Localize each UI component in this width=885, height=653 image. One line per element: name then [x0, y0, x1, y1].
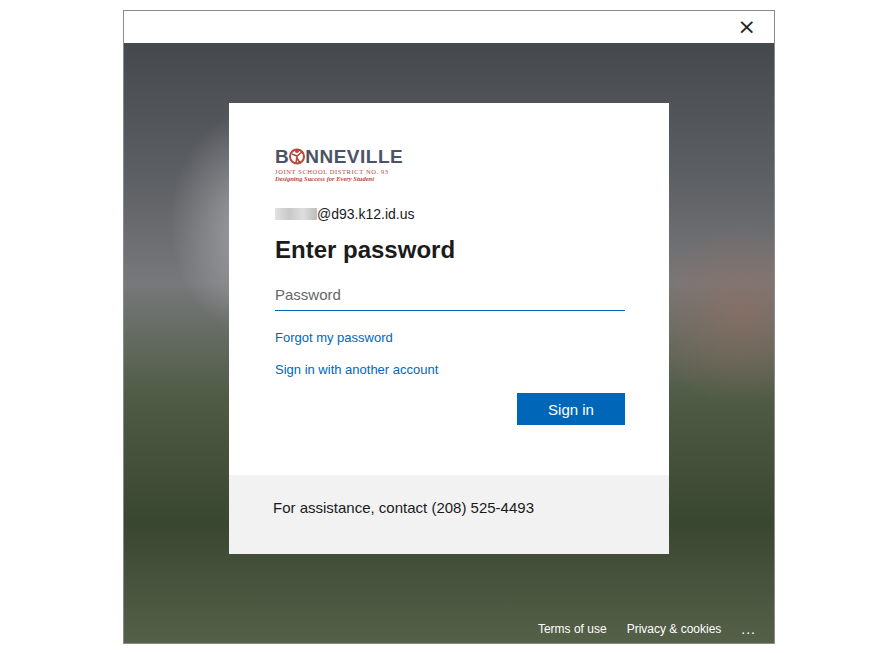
- footer-bar: Terms of use Privacy & cookies...: [124, 621, 774, 643]
- sign-in-window: × BNNEVILLE JOINT SCHOOL DISTRICT NO. 93De…: [123, 10, 775, 644]
- heading: Enter password: [275, 236, 625, 264]
- card-link[interactable]: Sign in with another account: [275, 362, 625, 377]
- redacted-mark: [275, 208, 317, 220]
- district-logo: BNNEVILLE JOINT SCHOOL DISTRICT NO. 93Des…: [275, 147, 403, 182]
- card-link[interactable]: Forgot my password: [275, 330, 625, 345]
- sign-in-button[interactable]: Sign in: [517, 393, 625, 425]
- button-row: Sign in: [275, 393, 625, 425]
- logo-name: BNNEVILLE: [275, 147, 403, 166]
- footer-link[interactable]: Privacy & cookies: [627, 622, 722, 636]
- sign-in-card: BNNEVILLE JOINT SCHOOL DISTRICT NO. 93Des…: [229, 103, 669, 554]
- card-body: BNNEVILLE JOINT SCHOOL DISTRICT NO. 93Des…: [229, 103, 669, 475]
- account-email: @d93.k12.id.us: [275, 206, 625, 222]
- password-field[interactable]: [275, 280, 625, 311]
- footer-link[interactable]: Terms of use: [538, 622, 607, 636]
- more-button[interactable]: ...: [741, 621, 756, 637]
- close-button[interactable]: ×: [732, 16, 762, 38]
- background-photo: BNNEVILLE JOINT SCHOOL DISTRICT NO. 93Des…: [124, 43, 774, 643]
- logo-figure-icon: [289, 147, 305, 166]
- logo-tagline: Designing Success for Every Student: [275, 175, 374, 182]
- logo-district: JOINT SCHOOL DISTRICT NO. 93: [275, 168, 389, 175]
- page: × BNNEVILLE JOINT SCHOOL DISTRICT NO. 93De…: [0, 0, 885, 653]
- title-bar: ×: [124, 11, 774, 43]
- assistance-footer: For assistance, contact (208) 525-4493: [229, 475, 669, 554]
